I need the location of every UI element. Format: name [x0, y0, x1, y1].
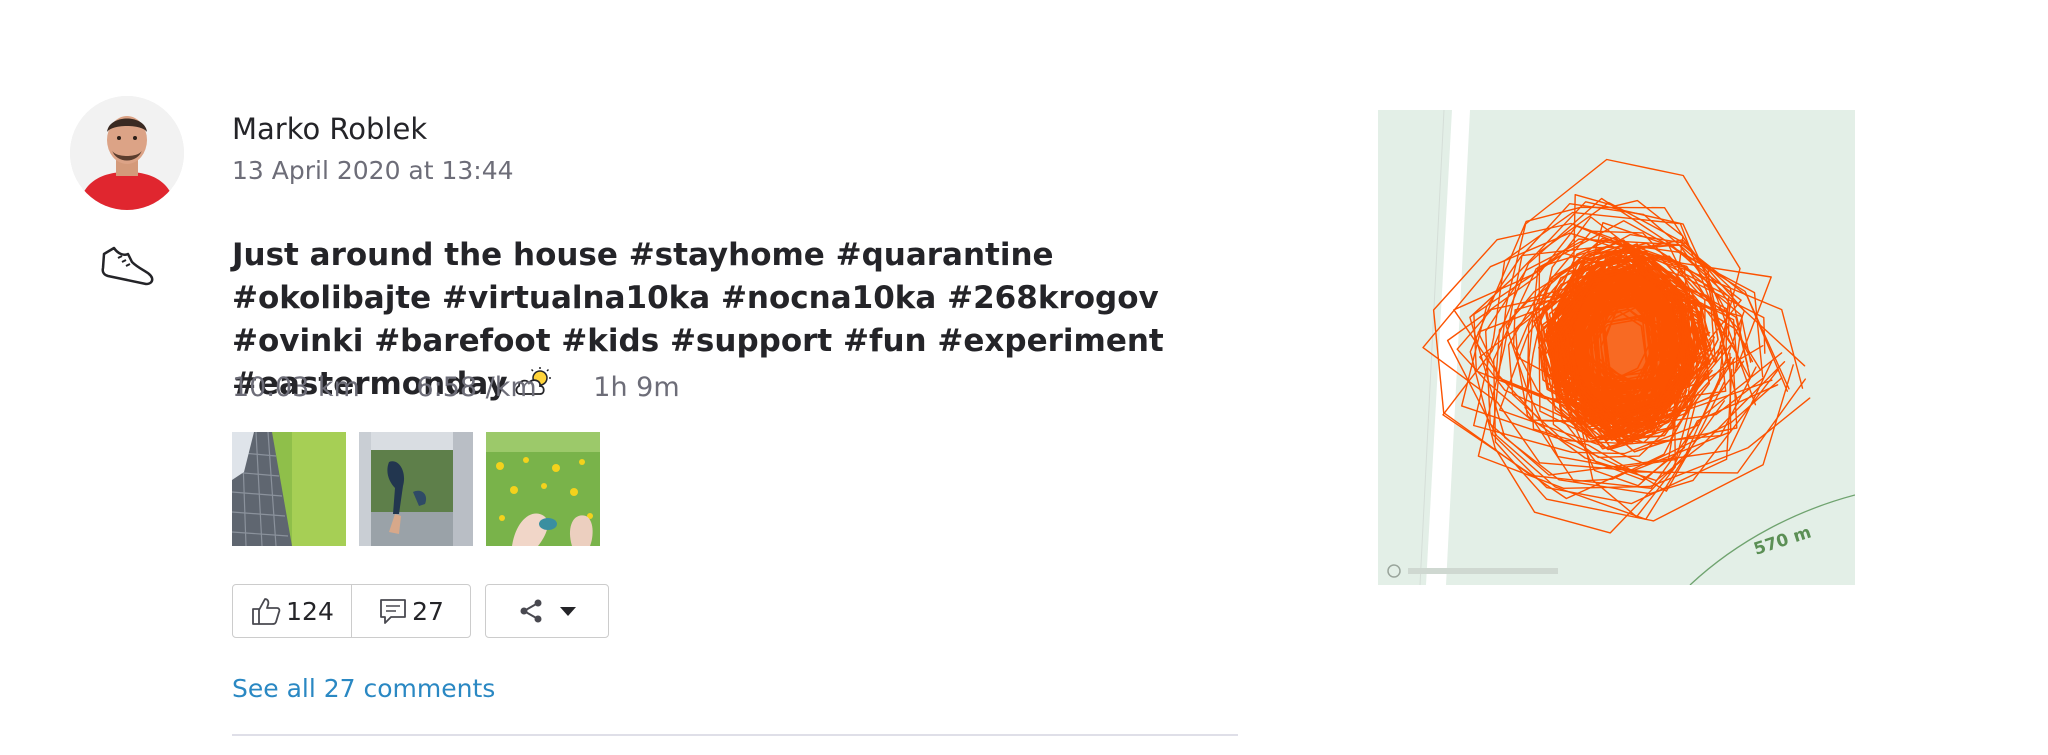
route-map[interactable]: 570 m: [1378, 110, 1855, 585]
activity-date: 13 April 2020 at 13:44: [232, 156, 514, 185]
share-button[interactable]: [485, 584, 609, 638]
divider: [232, 734, 1238, 736]
share-icon: [520, 599, 542, 623]
kudos-comment-group: 124 27: [232, 584, 471, 638]
comment-count: 27: [412, 596, 444, 626]
activity-photo[interactable]: [486, 432, 600, 546]
athlete-name[interactable]: Marko Roblek: [232, 112, 427, 146]
chevron-down-icon: [560, 607, 576, 616]
photo-strip: [232, 432, 600, 546]
comment-icon: [380, 599, 406, 624]
stat-pace: 6:58 /km: [416, 372, 537, 403]
stat-time: 1h 9m: [593, 372, 680, 403]
athlete-avatar[interactable]: [70, 96, 184, 210]
activity-photo[interactable]: [232, 432, 346, 546]
see-all-comments-link[interactable]: See all 27 comments: [232, 674, 495, 703]
shoe-icon: [98, 240, 158, 290]
kudos-button[interactable]: 124: [233, 585, 352, 637]
thumbs-up-icon: [252, 598, 281, 625]
stat-distance: 10.03 km: [232, 372, 360, 403]
activity-photo[interactable]: [359, 432, 473, 546]
kudos-count: 124: [286, 596, 334, 626]
activity-stats: 10.03 km 6:58 /km 1h 9m: [232, 372, 728, 403]
comment-button[interactable]: 27: [352, 585, 470, 637]
route-density-core: [1574, 274, 1678, 410]
